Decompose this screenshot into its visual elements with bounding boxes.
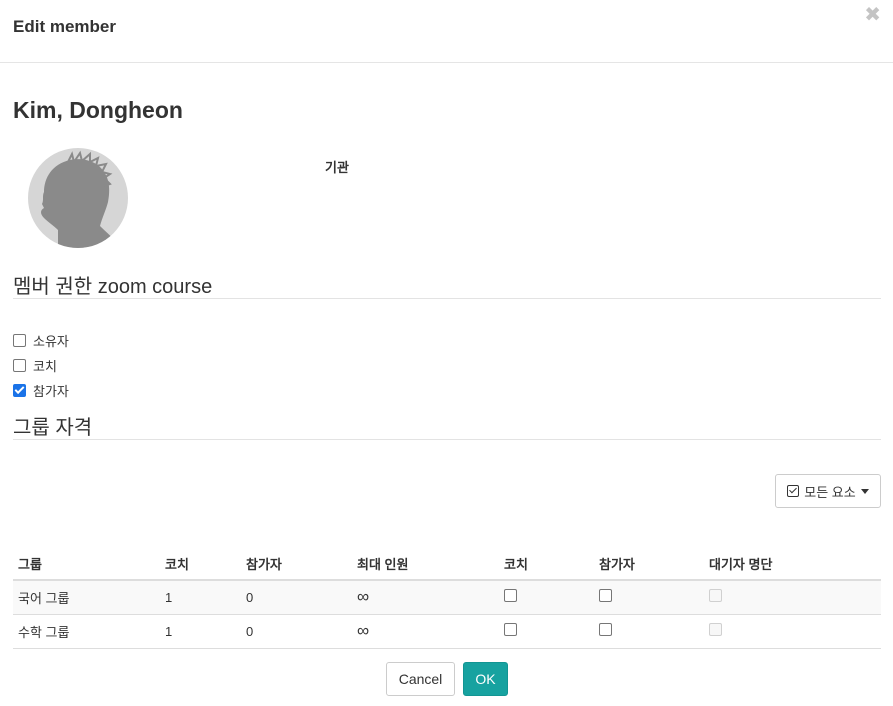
role-coach-checkbox[interactable]: 코치 <box>13 356 57 375</box>
column-header[interactable]: 그룹 <box>13 548 160 581</box>
max-participants: ∞ <box>352 580 499 615</box>
waitlist-checkbox <box>709 623 722 636</box>
checkbox[interactable] <box>13 359 26 372</box>
select-all-label: 모든 요소 <box>804 484 856 500</box>
participant-count: 0 <box>241 614 352 649</box>
column-header[interactable]: 참가자 <box>241 548 352 581</box>
coach-checkbox[interactable] <box>504 623 517 636</box>
cancel-button[interactable]: Cancel <box>386 662 455 696</box>
organization-label: 기관 <box>325 160 349 175</box>
max-participants: ∞ <box>352 614 499 649</box>
table-header-row: 그룹 코치 참가자 최대 인원 코치 참가자 대기자 명단 <box>13 548 881 581</box>
participant-cell <box>594 614 704 649</box>
checkbox[interactable] <box>13 334 26 347</box>
select-all-dropdown-button[interactable]: 모든 요소 <box>775 474 881 508</box>
table-row: 수학 그룹 1 0 ∞ <box>13 614 881 649</box>
participant-count: 0 <box>241 580 352 615</box>
column-header[interactable]: 최대 인원 <box>352 548 499 581</box>
waitlist-cell <box>704 614 881 649</box>
column-header[interactable]: 코치 <box>499 548 594 581</box>
role-label: 코치 <box>33 359 57 374</box>
check-square-icon <box>787 485 800 497</box>
dialog-title: Edit member <box>13 17 116 36</box>
groups-section-title: 그룹 자격 <box>13 417 93 439</box>
divider <box>13 439 881 440</box>
participant-checkbox[interactable] <box>599 623 612 636</box>
member-name: Kim, Dongheon <box>13 97 183 123</box>
role-label: 참가자 <box>33 384 69 399</box>
groups-table: 그룹 코치 참가자 최대 인원 코치 참가자 대기자 명단 국어 그룹 1 0 … <box>13 548 881 649</box>
coach-checkbox[interactable] <box>504 589 517 603</box>
dialog-header: Edit member ✖ <box>0 0 893 63</box>
coach-count: 1 <box>160 580 241 615</box>
coach-cell <box>499 614 594 649</box>
checkbox[interactable] <box>13 384 26 397</box>
ok-button[interactable]: OK <box>463 662 508 696</box>
user-silhouette-icon <box>41 150 120 248</box>
divider <box>13 298 881 299</box>
close-icon[interactable]: ✖ <box>864 2 881 27</box>
waitlist-checkbox <box>709 589 722 603</box>
coach-cell <box>499 580 594 615</box>
column-header[interactable]: 대기자 명단 <box>704 548 881 581</box>
role-participant-checkbox[interactable]: 참가자 <box>13 381 69 400</box>
column-header[interactable]: 참가자 <box>594 548 704 581</box>
group-name: 국어 그룹 <box>13 580 160 615</box>
role-label: 소유자 <box>33 334 69 349</box>
participant-checkbox[interactable] <box>599 589 612 603</box>
avatar <box>28 148 128 248</box>
participant-cell <box>594 580 704 615</box>
table-row: 국어 그룹 1 0 ∞ <box>13 580 881 615</box>
column-header[interactable]: 코치 <box>160 548 241 581</box>
roles-section-title: 멤버 권한 zoom course <box>13 276 213 298</box>
group-name: 수학 그룹 <box>13 614 160 649</box>
coach-count: 1 <box>160 614 241 649</box>
caret-down-icon <box>860 488 869 494</box>
role-owner-checkbox[interactable]: 소유자 <box>13 331 69 350</box>
waitlist-cell <box>704 580 881 615</box>
edit-member-dialog: Edit member ✖ Kim, Dongheon 기관 멤버 권한 zoo… <box>0 0 893 706</box>
